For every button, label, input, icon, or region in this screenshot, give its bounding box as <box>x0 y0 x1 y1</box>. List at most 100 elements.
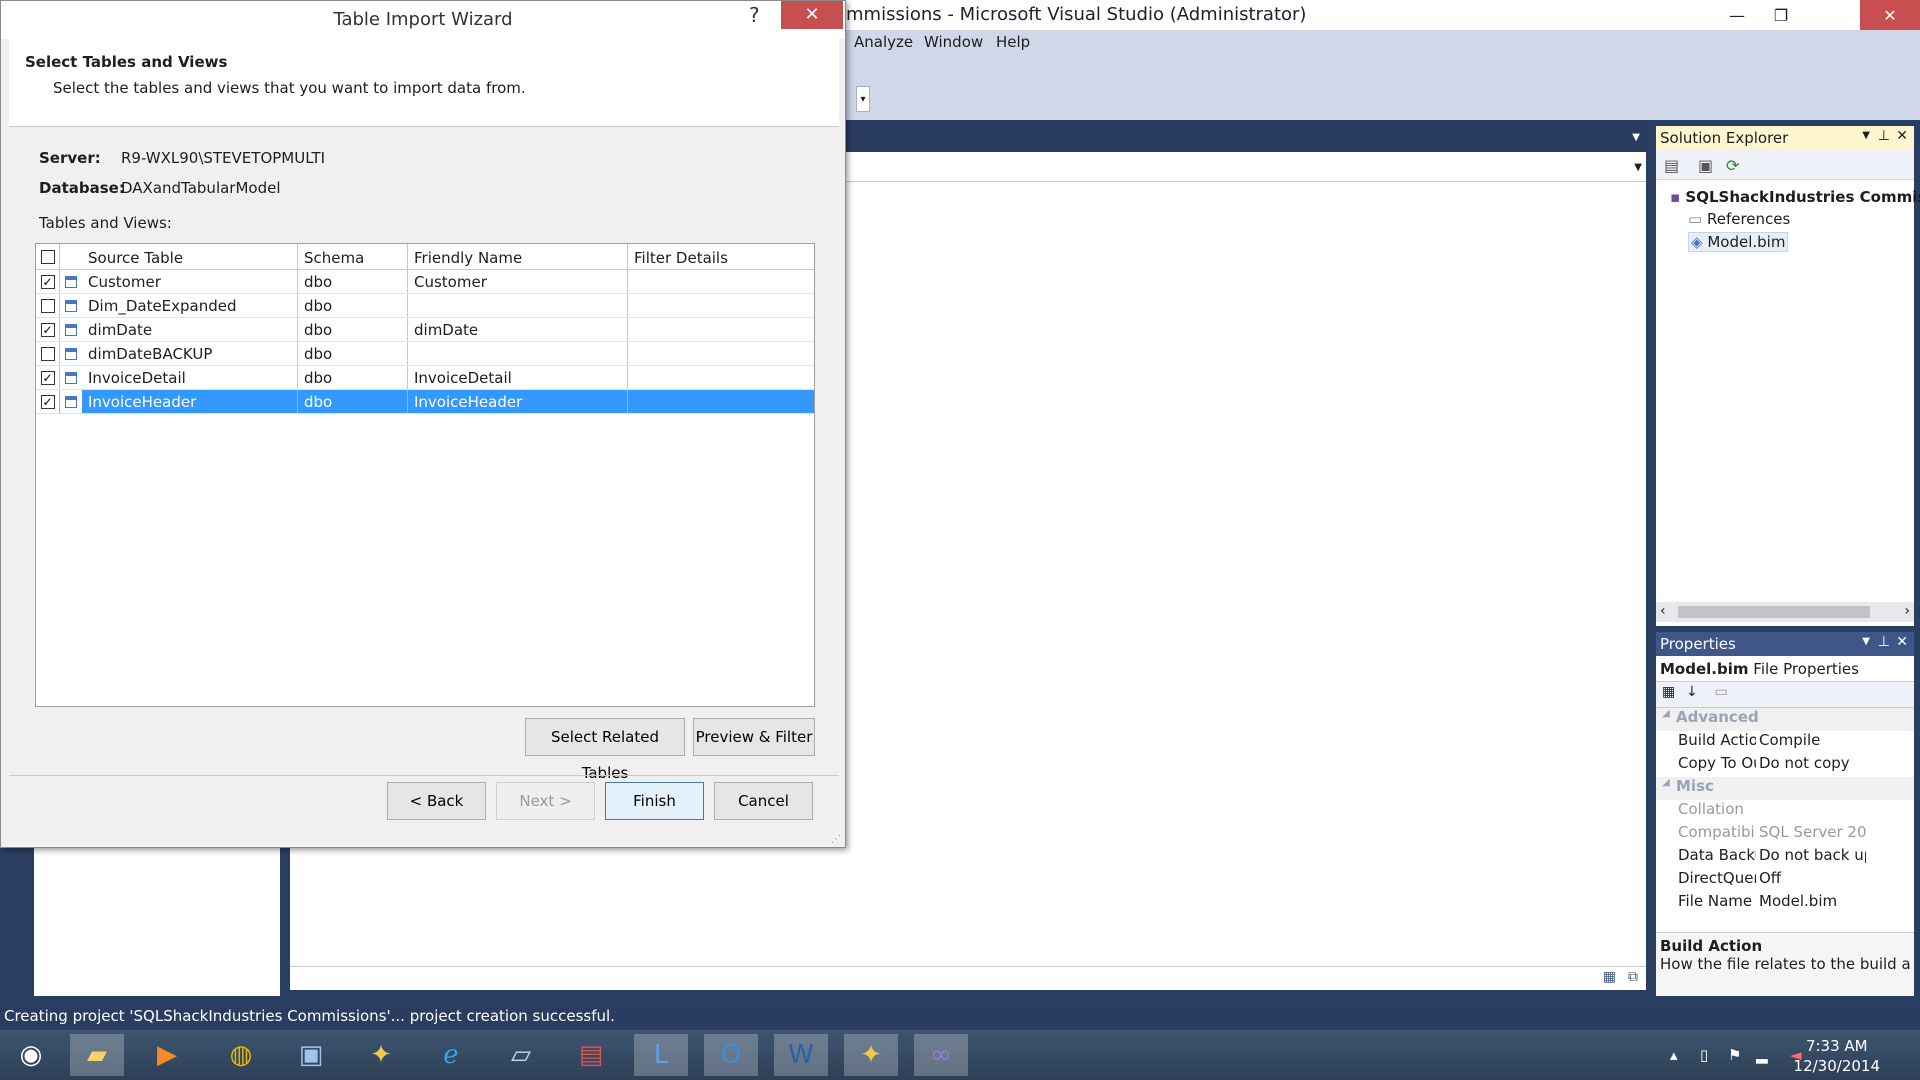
properties-object-selector[interactable]: Model.bim File Properties <box>1656 656 1914 682</box>
visual-studio-icon[interactable]: ∞ <box>914 1034 968 1076</box>
column-friendly-name[interactable]: Friendly Name <box>408 244 628 269</box>
minimize-button[interactable]: — <box>1714 0 1760 30</box>
document-navigation-combo[interactable]: ▼ <box>846 158 1646 182</box>
panel-menu-icon[interactable]: ▼ <box>1862 636 1870 647</box>
panel-menu-icon[interactable]: ▼ <box>1862 130 1870 141</box>
tray-device-icon[interactable]: ▯ <box>1700 1046 1708 1064</box>
filter-details-cell[interactable] <box>628 342 814 365</box>
lync-icon[interactable]: L <box>634 1034 688 1076</box>
tray-overflow-icon[interactable]: ▴ <box>1670 1046 1678 1064</box>
refresh-icon[interactable]: ⟳ <box>1726 156 1739 175</box>
menu-help[interactable]: Help <box>996 33 1030 51</box>
cancel-button[interactable]: Cancel <box>714 782 813 820</box>
tab-dropdown-icon[interactable]: ▼ <box>1632 132 1640 143</box>
start-button-icon[interactable]: ◉ <box>4 1034 58 1076</box>
remote-desktop-icon[interactable]: ▣ <box>284 1034 338 1076</box>
property-pages-icon[interactable]: ▭ <box>1715 684 1728 700</box>
table-row[interactable]: ✓ Customer dbo Customer <box>36 270 814 294</box>
row-checkbox[interactable]: ✓ <box>40 394 55 409</box>
source-table-cell[interactable]: Customer <box>82 270 298 293</box>
toolbox-icon[interactable]: ▤ <box>564 1034 618 1076</box>
schema-cell[interactable]: dbo <box>298 294 408 317</box>
network-icon[interactable]: ▂ <box>1756 1046 1768 1064</box>
filter-details-cell[interactable] <box>628 270 814 293</box>
help-icon[interactable]: ? <box>749 3 760 27</box>
solution-explorer-hscrollbar[interactable]: ‹ › <box>1656 602 1914 622</box>
property-row[interactable]: Compatibility SQL Server 2012 <box>1656 823 1914 846</box>
menu-window[interactable]: Window <box>924 33 983 51</box>
source-table-cell[interactable]: Dim_DateExpanded <box>82 294 298 317</box>
finish-button[interactable]: Finish <box>605 782 704 820</box>
friendly-name-cell[interactable]: InvoiceHeader <box>408 390 628 413</box>
row-checkbox[interactable] <box>40 298 55 313</box>
filter-details-cell[interactable] <box>628 294 814 317</box>
schema-cell[interactable]: dbo <box>298 342 408 365</box>
property-value[interactable]: Do not back up <box>1756 846 1866 869</box>
property-value[interactable]: Do not copy <box>1756 754 1866 777</box>
media-player-icon[interactable]: ▶ <box>140 1034 194 1076</box>
friendly-name-cell[interactable]: Customer <box>408 270 628 293</box>
scroll-right-icon[interactable]: › <box>1904 603 1910 619</box>
select-related-tables-button[interactable]: Select Related Tables <box>525 718 685 782</box>
tree-item-model[interactable]: ◈ Model.bim <box>1688 232 1789 252</box>
diagram-view-icon[interactable]: ⧉ <box>1628 969 1638 985</box>
notepad-icon[interactable]: ▱ <box>494 1034 548 1076</box>
next-button[interactable]: Next > <box>496 782 595 820</box>
collapse-all-icon[interactable]: ▤ <box>1664 156 1679 175</box>
row-checkbox[interactable] <box>40 346 55 361</box>
schema-cell[interactable]: dbo <box>298 270 408 293</box>
property-category-misc[interactable]: ◢ Misc <box>1656 777 1914 800</box>
back-button[interactable]: < Back <box>387 782 486 820</box>
preview-filter-button[interactable]: Preview & Filter <box>693 718 815 756</box>
collapse-icon[interactable]: ◢ <box>1656 777 1676 800</box>
system-clock[interactable]: 7:33 AM 12/30/2014 <box>1794 1036 1880 1076</box>
tree-project[interactable]: ▪ SQLShackIndustries Commissions <box>1670 188 1920 206</box>
maximize-button[interactable]: ❐ <box>1758 0 1804 30</box>
row-checkbox[interactable]: ✓ <box>40 322 55 337</box>
close-icon[interactable]: ✕ <box>1896 634 1908 650</box>
friendly-name-cell[interactable]: dimDate <box>408 318 628 341</box>
column-schema[interactable]: Schema <box>298 244 408 269</box>
schema-cell[interactable]: dbo <box>298 390 408 413</box>
source-table-cell[interactable]: dimDate <box>82 318 298 341</box>
filter-details-cell[interactable] <box>628 390 814 413</box>
grid-view-icon[interactable]: ▦ <box>1603 969 1616 985</box>
property-row[interactable]: Collation <box>1656 800 1914 823</box>
table-row[interactable]: dimDateBACKUP dbo <box>36 342 814 366</box>
row-checkbox[interactable]: ✓ <box>40 274 55 289</box>
source-table-cell[interactable]: InvoiceHeader <box>82 390 298 413</box>
collapse-icon[interactable]: ◢ <box>1656 708 1676 731</box>
chrome-icon[interactable]: ◍ <box>214 1034 268 1076</box>
property-row[interactable]: File Name Model.bim <box>1656 892 1914 915</box>
resize-grip-icon[interactable]: ⋰ <box>831 834 841 845</box>
properties-icon[interactable]: ▣ <box>1698 156 1713 175</box>
property-value[interactable]: Off <box>1756 869 1866 892</box>
property-value[interactable]: Compile <box>1756 731 1866 754</box>
categorized-icon[interactable]: ▦ <box>1662 684 1675 700</box>
filter-details-cell[interactable] <box>628 366 814 389</box>
scroll-thumb[interactable] <box>1678 606 1870 618</box>
sql-management-icon[interactable]: ✦ <box>844 1034 898 1076</box>
table-row-selected[interactable]: ✓ InvoiceHeader dbo InvoiceHeader <box>36 390 814 414</box>
file-explorer-icon[interactable]: ▰ <box>70 1034 124 1076</box>
source-table-cell[interactable]: InvoiceDetail <box>82 366 298 389</box>
table-row[interactable]: ✓ InvoiceDetail dbo InvoiceDetail <box>36 366 814 390</box>
scroll-left-icon[interactable]: ‹ <box>1660 603 1666 619</box>
menu-analyze[interactable]: Analyze <box>854 33 913 51</box>
property-value[interactable]: Model.bim <box>1756 892 1866 915</box>
property-value[interactable]: SQL Server 2012 <box>1756 823 1866 846</box>
select-all-checkbox[interactable] <box>40 249 55 264</box>
schema-cell[interactable]: dbo <box>298 318 408 341</box>
pin-icon[interactable]: ⊥ <box>1878 634 1890 650</box>
property-value[interactable] <box>1756 800 1866 823</box>
combo-dropdown-icon[interactable]: ▼ <box>1634 162 1642 173</box>
table-row[interactable]: Dim_DateExpanded dbo <box>36 294 814 318</box>
wizard-title-bar[interactable]: Table Import Wizard ? ✕ <box>1 1 845 39</box>
property-row[interactable]: DirectQuery M Off <box>1656 869 1914 892</box>
source-table-cell[interactable]: dimDateBACKUP <box>82 342 298 365</box>
wizard-close-button[interactable]: ✕ <box>781 1 843 29</box>
table-row[interactable]: ✓ dimDate dbo dimDate <box>36 318 814 342</box>
friendly-name-cell[interactable] <box>408 342 628 365</box>
pin-icon[interactable]: ⊥ <box>1878 128 1890 144</box>
vs-close-button[interactable]: ✕ <box>1860 0 1920 30</box>
